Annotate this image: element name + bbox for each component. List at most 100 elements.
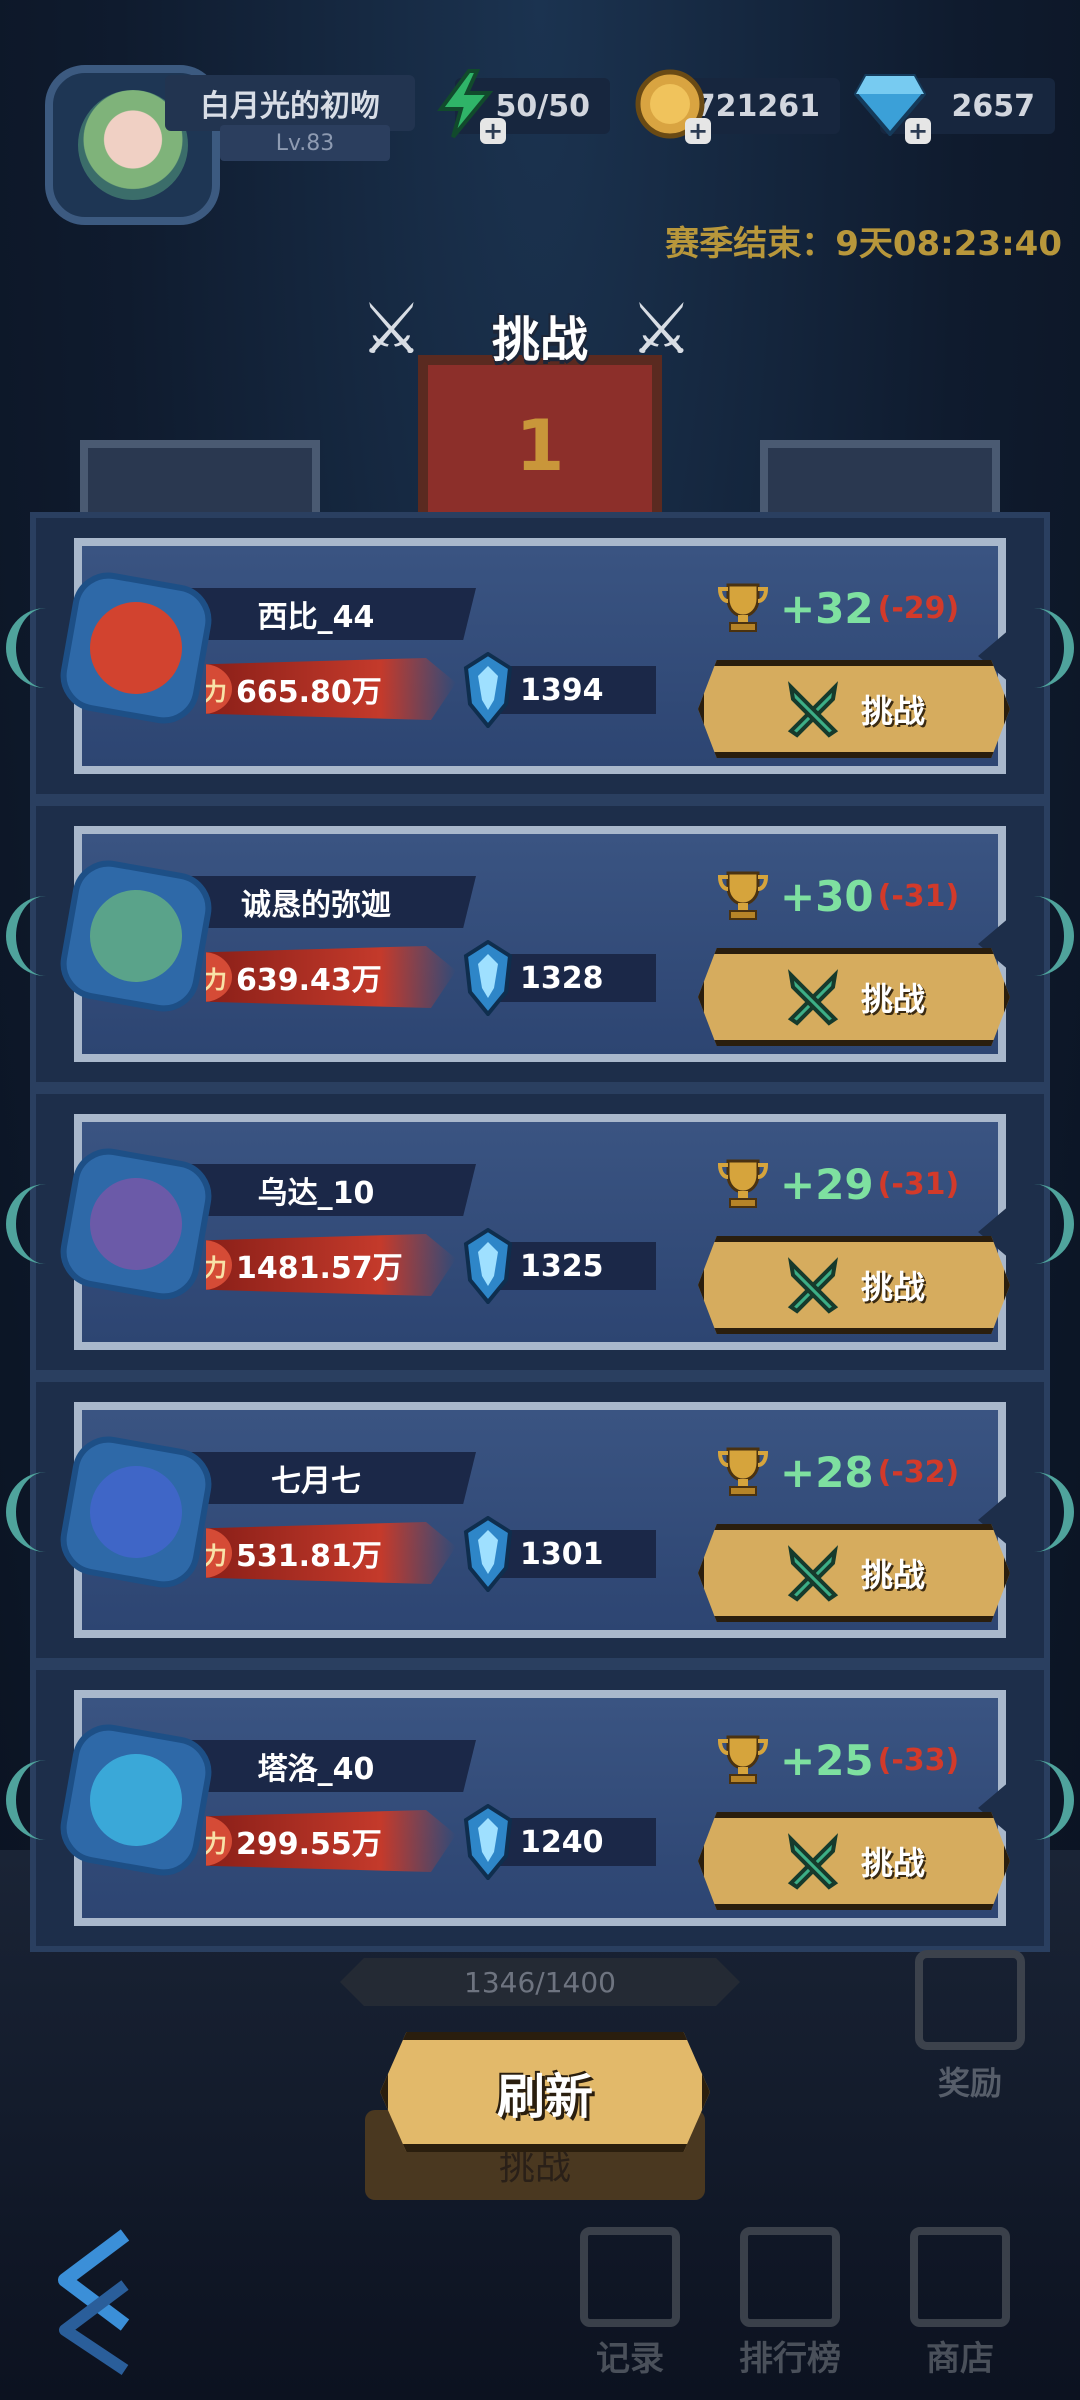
shop-bag-icon — [910, 2227, 1010, 2327]
rank-score: 1325 — [463, 1228, 656, 1304]
trophy-loss: (-31) — [877, 1166, 960, 1202]
book-icon — [740, 2227, 840, 2327]
rank-value: 1325 — [520, 1248, 604, 1284]
rank-emblem-icon — [458, 1802, 518, 1882]
power-bar: 战力 299.55万 — [206, 1810, 456, 1872]
trophy-change: +25 (-33) — [716, 1730, 959, 1790]
nav-leaderboard-label: 排行榜 — [739, 2339, 841, 2379]
energy-counter: + 50/50 — [437, 69, 610, 144]
power-bar: 战力 665.80万 — [206, 658, 456, 720]
power-value: 665.80万 — [236, 675, 382, 710]
trophy-icon — [716, 1733, 770, 1787]
opponent-avatar[interactable] — [54, 1718, 218, 1882]
power-value: 299.55万 — [236, 1827, 382, 1862]
sword-icon — [783, 1543, 843, 1603]
power-bar: 战力 531.81万 — [206, 1522, 456, 1584]
add-gold-button[interactable]: + — [685, 118, 711, 144]
sword-icon — [783, 679, 843, 739]
power-bar: 战力 1481.57万 — [206, 1234, 456, 1296]
rank-emblem-icon — [458, 938, 518, 1018]
refresh-button[interactable]: 刷新 — [380, 2032, 710, 2152]
nav-shop[interactable]: 商店 — [885, 2227, 1035, 2380]
rank-score: 1328 — [463, 940, 656, 1016]
trophy-change: +29 (-31) — [716, 1154, 959, 1214]
reward-label: 奖励 — [937, 2064, 1002, 2102]
challenge-button[interactable]: 挑战 — [698, 1524, 1010, 1622]
trophy-icon — [716, 869, 770, 923]
player-level: Lv.83 — [220, 125, 390, 161]
power-value: 531.81万 — [236, 1539, 382, 1574]
opponent-avatar[interactable] — [54, 1430, 218, 1594]
opponent-card: 西比_44 战力 665.80万 1394 +32 (-29) 挑战 — [6, 512, 1074, 800]
opponent-avatar[interactable] — [54, 854, 218, 1018]
challenge-button[interactable]: 挑战 — [698, 660, 1010, 758]
trophy-gain: +25 — [780, 1735, 874, 1785]
trophy-icon — [716, 1445, 770, 1499]
trophy-gain: +29 — [780, 1159, 874, 1209]
trophy-loss: (-29) — [877, 590, 960, 626]
season-countdown: 赛季结束：9天08:23:40 — [665, 224, 1062, 264]
rank-value: 1301 — [520, 1536, 604, 1572]
opponent-card: 塔洛_40 战力 299.55万 1240 +25 (-33) 挑战 — [6, 1664, 1074, 1952]
power-bar: 战力 639.43万 — [206, 946, 456, 1008]
challenge-progress: 1346/1400 — [340, 1958, 740, 2006]
opponent-card: 诚恳的弥迦 战力 639.43万 1328 +30 (-31) 挑战 — [6, 800, 1074, 1088]
challenge-button[interactable]: 挑战 — [698, 1812, 1010, 1910]
top-bar: 白月光的初吻 Lv.83 + 50/50 + 6721261 + 2657 赛季… — [0, 30, 1080, 264]
rank-value: 1240 — [520, 1824, 604, 1860]
rank-value: 1328 — [520, 960, 604, 996]
reward-button[interactable]: 奖励 — [900, 1950, 1040, 2104]
gem-counter: + 2657 — [854, 74, 1055, 144]
trophy-gain: +28 — [780, 1447, 874, 1497]
trophy-change: +28 (-32) — [716, 1442, 959, 1502]
challenge-label: 挑战 — [860, 692, 925, 730]
add-gems-button[interactable]: + — [905, 118, 931, 144]
trophy-loss: (-31) — [877, 878, 960, 914]
challenge-button[interactable]: 挑战 — [698, 1236, 1010, 1334]
rank-value: 1394 — [520, 672, 604, 708]
banner-rank-number: 1 — [515, 405, 565, 487]
nav-shop-label: 商店 — [926, 2339, 994, 2379]
nav-record-label: 记录 — [596, 2339, 664, 2379]
challenge-label: 挑战 — [860, 1268, 925, 1306]
trophy-gain: +30 — [780, 871, 874, 921]
add-energy-button[interactable]: + — [480, 118, 506, 144]
trophy-gain: +32 — [780, 583, 874, 633]
challenge-label: 挑战 — [860, 1844, 925, 1882]
bottom-nav: 记录 排行榜 商店 — [0, 2220, 1080, 2400]
rank-score: 1394 — [463, 652, 656, 728]
opponent-card: 乌达_10 战力 1481.57万 1325 +29 (-31) 挑战 — [6, 1088, 1074, 1376]
opponent-list: 西比_44 战力 665.80万 1394 +32 (-29) 挑战 — [6, 512, 1074, 1952]
refresh-label: 刷新 — [496, 2069, 593, 2125]
nav-leaderboard[interactable]: 排行榜 — [715, 2227, 865, 2380]
sword-icon — [783, 1255, 843, 1315]
opponent-card: 七月七 战力 531.81万 1301 +28 (-32) 挑战 — [6, 1376, 1074, 1664]
gift-box-icon — [915, 1950, 1025, 2050]
sword-icon — [783, 967, 843, 1027]
scroll-icon — [580, 2227, 680, 2327]
page-title: 挑战 — [491, 312, 588, 368]
power-value: 1481.57万 — [236, 1251, 403, 1286]
trophy-icon — [716, 581, 770, 635]
rank-score: 1240 — [463, 1804, 656, 1880]
rank-score: 1301 — [463, 1516, 656, 1592]
rank-emblem-icon — [458, 650, 518, 730]
energy-value: 50/50 — [495, 88, 590, 124]
opponent-avatar[interactable] — [54, 566, 218, 730]
trophy-icon — [716, 1157, 770, 1211]
trophy-change: +32 (-29) — [716, 578, 959, 638]
back-button[interactable] — [40, 2220, 160, 2380]
back-arrow-icon — [58, 2229, 130, 2375]
opponent-avatar[interactable] — [54, 1142, 218, 1306]
gold-counter: + 6721261 — [635, 69, 840, 144]
trophy-loss: (-33) — [877, 1742, 960, 1778]
challenge-label: 挑战 — [860, 980, 925, 1018]
rank-emblem-icon — [458, 1514, 518, 1594]
sword-icon — [783, 1831, 843, 1891]
nav-record[interactable]: 记录 — [555, 2227, 705, 2380]
trophy-loss: (-32) — [877, 1454, 960, 1490]
challenge-button[interactable]: 挑战 — [698, 948, 1010, 1046]
player-name: 白月光的初吻 — [165, 75, 415, 131]
rank-emblem-icon — [458, 1226, 518, 1306]
challenge-label: 挑战 — [860, 1556, 925, 1594]
